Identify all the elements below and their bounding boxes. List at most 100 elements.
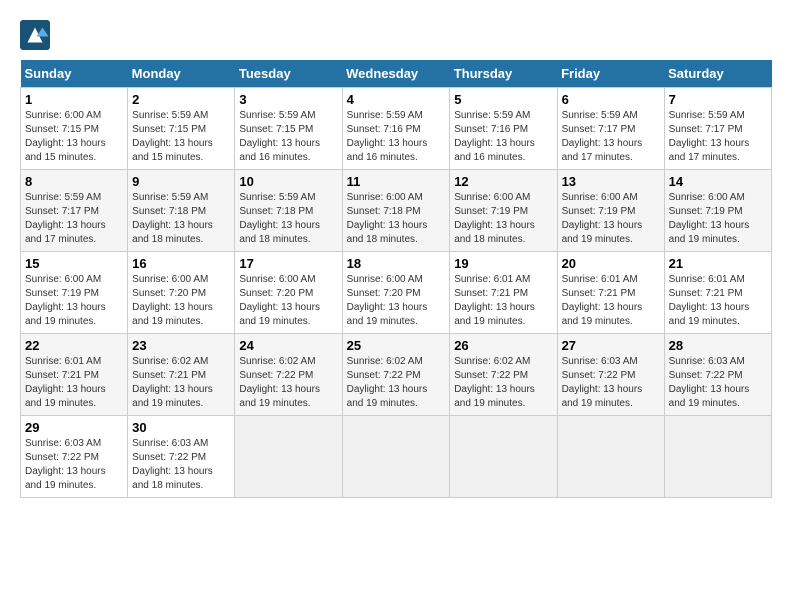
daylight-text: Daylight: 13 hours and 16 minutes. (239, 138, 320, 163)
sunset-text: Sunset: 7:22 PM (562, 370, 636, 381)
calendar-cell: 25 Sunrise: 6:02 AM Sunset: 7:22 PM Dayl… (342, 334, 450, 416)
day-info: Sunrise: 6:02 AM Sunset: 7:22 PM Dayligh… (347, 355, 446, 411)
day-number: 16 (132, 256, 230, 271)
calendar-cell: 10 Sunrise: 5:59 AM Sunset: 7:18 PM Dayl… (235, 170, 342, 252)
calendar-header-row: SundayMondayTuesdayWednesdayThursdayFrid… (21, 60, 772, 88)
day-number: 2 (132, 92, 230, 107)
sunrise-text: Sunrise: 6:01 AM (25, 356, 101, 367)
day-number: 6 (562, 92, 660, 107)
day-number: 22 (25, 338, 123, 353)
day-info: Sunrise: 5:59 AM Sunset: 7:16 PM Dayligh… (454, 109, 552, 165)
sunset-text: Sunset: 7:21 PM (562, 288, 636, 299)
day-info: Sunrise: 6:00 AM Sunset: 7:19 PM Dayligh… (669, 191, 767, 247)
daylight-text: Daylight: 13 hours and 19 minutes. (25, 466, 106, 491)
day-info: Sunrise: 5:59 AM Sunset: 7:17 PM Dayligh… (25, 191, 123, 247)
sunset-text: Sunset: 7:15 PM (132, 124, 206, 135)
daylight-text: Daylight: 13 hours and 19 minutes. (562, 220, 643, 245)
day-number: 3 (239, 92, 337, 107)
calendar-cell: 28 Sunrise: 6:03 AM Sunset: 7:22 PM Dayl… (664, 334, 771, 416)
calendar-cell: 15 Sunrise: 6:00 AM Sunset: 7:19 PM Dayl… (21, 252, 128, 334)
day-number: 27 (562, 338, 660, 353)
day-info: Sunrise: 6:01 AM Sunset: 7:21 PM Dayligh… (25, 355, 123, 411)
header-sunday: Sunday (21, 60, 128, 88)
calendar-week-row: 8 Sunrise: 5:59 AM Sunset: 7:17 PM Dayli… (21, 170, 772, 252)
daylight-text: Daylight: 13 hours and 17 minutes. (669, 138, 750, 163)
sunset-text: Sunset: 7:21 PM (669, 288, 743, 299)
calendar-cell: 14 Sunrise: 6:00 AM Sunset: 7:19 PM Dayl… (664, 170, 771, 252)
sunset-text: Sunset: 7:22 PM (347, 370, 421, 381)
daylight-text: Daylight: 13 hours and 19 minutes. (239, 384, 320, 409)
calendar-cell: 5 Sunrise: 5:59 AM Sunset: 7:16 PM Dayli… (450, 88, 557, 170)
day-number: 20 (562, 256, 660, 271)
calendar-cell (664, 416, 771, 498)
daylight-text: Daylight: 13 hours and 19 minutes. (669, 384, 750, 409)
day-number: 1 (25, 92, 123, 107)
daylight-text: Daylight: 13 hours and 17 minutes. (562, 138, 643, 163)
calendar-cell: 13 Sunrise: 6:00 AM Sunset: 7:19 PM Dayl… (557, 170, 664, 252)
sunset-text: Sunset: 7:18 PM (132, 206, 206, 217)
sunset-text: Sunset: 7:18 PM (347, 206, 421, 217)
sunrise-text: Sunrise: 5:59 AM (239, 110, 315, 121)
daylight-text: Daylight: 13 hours and 16 minutes. (347, 138, 428, 163)
sunrise-text: Sunrise: 6:02 AM (454, 356, 530, 367)
daylight-text: Daylight: 13 hours and 18 minutes. (347, 220, 428, 245)
day-number: 12 (454, 174, 552, 189)
daylight-text: Daylight: 13 hours and 16 minutes. (454, 138, 535, 163)
calendar-cell: 19 Sunrise: 6:01 AM Sunset: 7:21 PM Dayl… (450, 252, 557, 334)
day-info: Sunrise: 6:02 AM Sunset: 7:22 PM Dayligh… (454, 355, 552, 411)
day-number: 13 (562, 174, 660, 189)
header-friday: Friday (557, 60, 664, 88)
sunrise-text: Sunrise: 6:00 AM (25, 274, 101, 285)
calendar-cell (235, 416, 342, 498)
sunset-text: Sunset: 7:16 PM (347, 124, 421, 135)
daylight-text: Daylight: 13 hours and 15 minutes. (132, 138, 213, 163)
daylight-text: Daylight: 13 hours and 19 minutes. (347, 384, 428, 409)
day-info: Sunrise: 6:03 AM Sunset: 7:22 PM Dayligh… (669, 355, 767, 411)
calendar-week-row: 29 Sunrise: 6:03 AM Sunset: 7:22 PM Dayl… (21, 416, 772, 498)
logo (20, 20, 54, 50)
daylight-text: Daylight: 13 hours and 19 minutes. (25, 384, 106, 409)
daylight-text: Daylight: 13 hours and 19 minutes. (239, 302, 320, 327)
daylight-text: Daylight: 13 hours and 19 minutes. (132, 302, 213, 327)
day-number: 21 (669, 256, 767, 271)
sunrise-text: Sunrise: 6:00 AM (132, 274, 208, 285)
sunrise-text: Sunrise: 5:59 AM (669, 110, 745, 121)
calendar-cell: 16 Sunrise: 6:00 AM Sunset: 7:20 PM Dayl… (128, 252, 235, 334)
sunset-text: Sunset: 7:15 PM (25, 124, 99, 135)
sunrise-text: Sunrise: 6:02 AM (132, 356, 208, 367)
calendar-cell: 22 Sunrise: 6:01 AM Sunset: 7:21 PM Dayl… (21, 334, 128, 416)
logo-icon (20, 20, 50, 50)
day-number: 25 (347, 338, 446, 353)
day-info: Sunrise: 6:00 AM Sunset: 7:20 PM Dayligh… (239, 273, 337, 329)
sunrise-text: Sunrise: 6:03 AM (669, 356, 745, 367)
header-thursday: Thursday (450, 60, 557, 88)
sunrise-text: Sunrise: 5:59 AM (132, 110, 208, 121)
sunrise-text: Sunrise: 6:02 AM (347, 356, 423, 367)
day-info: Sunrise: 5:59 AM Sunset: 7:15 PM Dayligh… (239, 109, 337, 165)
sunset-text: Sunset: 7:19 PM (454, 206, 528, 217)
calendar-cell: 8 Sunrise: 5:59 AM Sunset: 7:17 PM Dayli… (21, 170, 128, 252)
calendar-cell: 21 Sunrise: 6:01 AM Sunset: 7:21 PM Dayl… (664, 252, 771, 334)
page-header (20, 20, 772, 50)
sunset-text: Sunset: 7:17 PM (669, 124, 743, 135)
day-info: Sunrise: 5:59 AM Sunset: 7:15 PM Dayligh… (132, 109, 230, 165)
day-number: 5 (454, 92, 552, 107)
day-info: Sunrise: 6:03 AM Sunset: 7:22 PM Dayligh… (562, 355, 660, 411)
sunrise-text: Sunrise: 5:59 AM (239, 192, 315, 203)
day-number: 28 (669, 338, 767, 353)
calendar-cell: 27 Sunrise: 6:03 AM Sunset: 7:22 PM Dayl… (557, 334, 664, 416)
header-wednesday: Wednesday (342, 60, 450, 88)
calendar-cell: 20 Sunrise: 6:01 AM Sunset: 7:21 PM Dayl… (557, 252, 664, 334)
calendar-cell: 29 Sunrise: 6:03 AM Sunset: 7:22 PM Dayl… (21, 416, 128, 498)
day-number: 29 (25, 420, 123, 435)
calendar-cell: 26 Sunrise: 6:02 AM Sunset: 7:22 PM Dayl… (450, 334, 557, 416)
sunrise-text: Sunrise: 6:01 AM (562, 274, 638, 285)
calendar-cell: 7 Sunrise: 5:59 AM Sunset: 7:17 PM Dayli… (664, 88, 771, 170)
sunrise-text: Sunrise: 6:02 AM (239, 356, 315, 367)
day-info: Sunrise: 6:03 AM Sunset: 7:22 PM Dayligh… (132, 437, 230, 493)
sunrise-text: Sunrise: 6:00 AM (347, 192, 423, 203)
daylight-text: Daylight: 13 hours and 19 minutes. (25, 302, 106, 327)
day-info: Sunrise: 6:00 AM Sunset: 7:19 PM Dayligh… (562, 191, 660, 247)
day-number: 9 (132, 174, 230, 189)
calendar-cell: 3 Sunrise: 5:59 AM Sunset: 7:15 PM Dayli… (235, 88, 342, 170)
